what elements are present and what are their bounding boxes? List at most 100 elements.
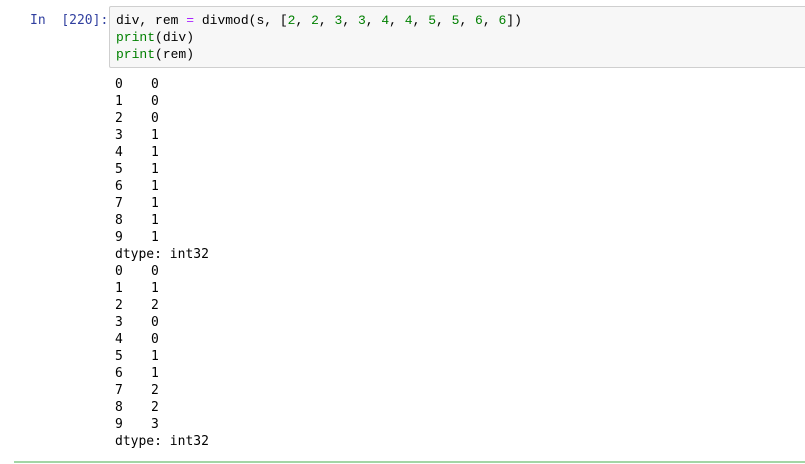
code-token: print <box>116 47 156 62</box>
series-value: 0 <box>151 315 159 330</box>
series-value: 1 <box>151 230 159 245</box>
series-value: 0 <box>151 332 159 347</box>
code-line[interactable]: print(div) <box>116 29 522 46</box>
series-value: 1 <box>151 179 159 194</box>
code-token: (div) <box>155 30 195 45</box>
series-index: 5 <box>115 349 123 364</box>
output-rem-series: 00112230405161728293 <box>115 263 209 433</box>
code-input-area[interactable]: div, rem = divmod(s, [2, 2, 3, 3, 4, 4, … <box>109 6 805 68</box>
series-index: 7 <box>115 196 123 211</box>
code-token: 4 <box>381 13 390 28</box>
notebook-code-cell[interactable]: In [220]: div, rem = divmod(s, [ 2, 2, 3,… <box>0 0 805 464</box>
code-token: divmod(s, [ <box>194 13 288 28</box>
cell-output-area: 00102031415161718191 dtype: int32 001122… <box>115 76 209 450</box>
code-line[interactable]: print(rem) <box>116 46 522 63</box>
code-token: , <box>318 13 335 28</box>
series-value: 1 <box>151 128 159 143</box>
series-index: 9 <box>115 230 123 245</box>
output-rem-dtype: dtype: int32 <box>115 434 209 449</box>
series-index: 1 <box>115 94 123 109</box>
series-index: 6 <box>115 366 123 381</box>
series-row: 22 <box>115 297 209 314</box>
series-row: 72 <box>115 382 209 399</box>
code-token: , <box>482 13 499 28</box>
series-value: 1 <box>151 281 159 296</box>
series-row: 31 <box>115 127 209 144</box>
code-token: , <box>342 13 358 28</box>
series-row: 41 <box>115 144 209 161</box>
series-value: 1 <box>151 349 159 364</box>
series-value: 0 <box>151 111 159 126</box>
series-value: 2 <box>151 383 159 398</box>
series-row: 10 <box>115 93 209 110</box>
series-index: 7 <box>115 383 123 398</box>
series-row: 11 <box>115 280 209 297</box>
series-value: 1 <box>151 145 159 160</box>
series-index: 2 <box>115 298 123 313</box>
series-row: 51 <box>115 161 209 178</box>
code-token: , <box>295 13 312 28</box>
series-row: 20 <box>115 110 209 127</box>
code-token: (rem) <box>155 47 195 62</box>
series-index: 8 <box>115 213 123 228</box>
series-index: 1 <box>115 281 123 296</box>
code-token: div <box>116 13 140 28</box>
series-row: 61 <box>115 178 209 195</box>
series-index: 0 <box>115 264 123 279</box>
code-token: 4 <box>404 13 413 28</box>
series-index: 8 <box>115 400 123 415</box>
code-token: print <box>116 30 156 45</box>
series-value: 1 <box>151 196 159 211</box>
input-prompt-label: In <box>30 13 46 28</box>
series-index: 3 <box>115 315 123 330</box>
code-token: , <box>436 13 452 28</box>
code-token: , <box>412 13 429 28</box>
output-div-series: 00102031415161718191 <box>115 76 209 246</box>
code-token: rem <box>155 13 179 28</box>
series-row: 00 <box>115 76 209 93</box>
series-row: 91 <box>115 229 209 246</box>
output-div-dtype: dtype: int32 <box>115 247 209 262</box>
series-row: 61 <box>115 365 209 382</box>
code-token: ]) <box>506 13 522 28</box>
series-row: 93 <box>115 416 209 433</box>
series-value: 0 <box>151 77 159 92</box>
code-line[interactable]: div, rem = divmod(s, [2, 2, 3, 3, 4, 4, … <box>116 12 522 29</box>
series-row: 82 <box>115 399 209 416</box>
series-value: 3 <box>151 417 159 432</box>
series-value: 1 <box>151 366 159 381</box>
code-editor[interactable]: div, rem = divmod(s, [2, 2, 3, 3, 4, 4, … <box>116 12 522 63</box>
code-token: , <box>459 13 476 28</box>
code-token: 5 <box>428 13 437 28</box>
series-index: 6 <box>115 179 123 194</box>
series-index: 9 <box>115 417 123 432</box>
series-index: 5 <box>115 162 123 177</box>
series-index: 3 <box>115 128 123 143</box>
series-row: 40 <box>115 331 209 348</box>
series-value: 2 <box>151 298 159 313</box>
series-row: 81 <box>115 212 209 229</box>
input-prompt: In [220]: <box>30 12 109 29</box>
cell-bottom-border <box>14 461 805 463</box>
series-value: 1 <box>151 162 159 177</box>
series-row: 51 <box>115 348 209 365</box>
code-token: 6 <box>475 13 483 28</box>
series-row: 71 <box>115 195 209 212</box>
series-row: 00 <box>115 263 209 280</box>
series-value: 1 <box>151 213 159 228</box>
series-index: 4 <box>115 332 123 347</box>
code-token: 2 <box>311 13 319 28</box>
code-token: , <box>139 13 156 28</box>
series-value: 0 <box>151 264 159 279</box>
series-value: 0 <box>151 94 159 109</box>
series-index: 4 <box>115 145 123 160</box>
code-token: = <box>186 13 195 28</box>
code-token: , <box>365 13 382 28</box>
series-row: 30 <box>115 314 209 331</box>
code-token: , <box>389 13 405 28</box>
series-index: 0 <box>115 77 123 92</box>
input-prompt-number: [220]: <box>61 13 109 28</box>
series-value: 2 <box>151 400 159 415</box>
series-index: 2 <box>115 111 123 126</box>
code-token: 3 <box>357 13 366 28</box>
